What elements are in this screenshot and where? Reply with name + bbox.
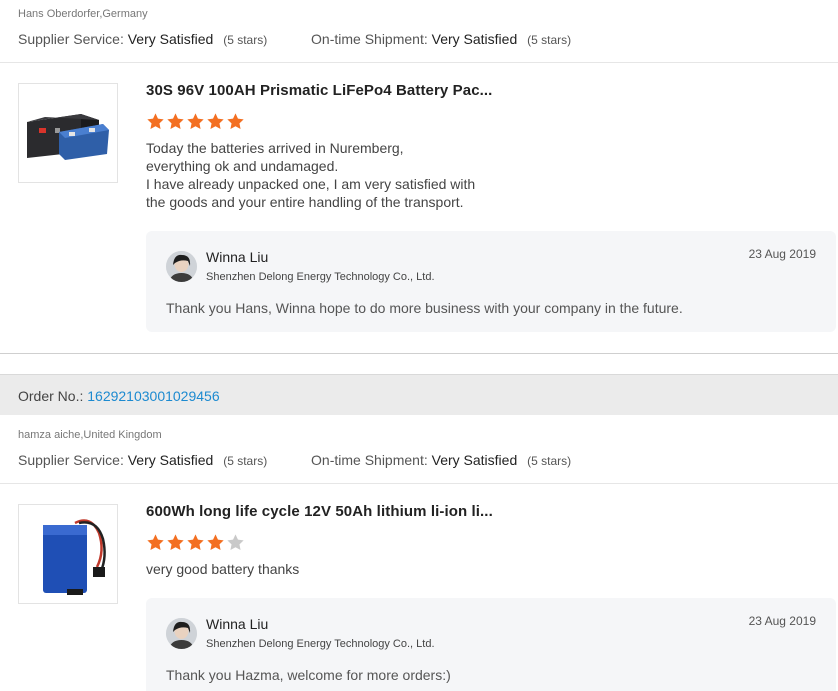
battery-pack-image <box>27 114 109 160</box>
order-number-link[interactable]: 16292103001029456 <box>87 388 219 404</box>
supplier-ratings: Supplier Service: Very Satisfied (5 star… <box>18 31 571 47</box>
shipment-stars: (5 stars) <box>527 33 572 47</box>
star-filled-icon <box>187 534 204 551</box>
product-title[interactable]: 600Wh long life cycle 12V 50Ah lithium l… <box>146 503 493 520</box>
product-title[interactable]: 30S 96V 100AH Prismatic LiFePo4 Battery … <box>146 82 492 99</box>
review-text-line: I have already unpacked one, I am very s… <box>146 176 476 192</box>
shipment-stars: (5 stars) <box>527 454 572 468</box>
order-bar: Order No.: 16292103001029456 <box>0 374 838 415</box>
avatar <box>166 251 197 282</box>
shipment-value: Very Satisfied <box>431 452 518 468</box>
reply-text: Thank you Hazma, welcome for more orders… <box>166 667 451 683</box>
star-filled-icon <box>147 113 164 130</box>
star-filled-icon <box>207 534 224 551</box>
review-text-line: everything ok and undamaged. <box>146 158 339 174</box>
order-label: Order No.: 16292103001029456 <box>18 388 220 404</box>
divider <box>0 62 838 63</box>
reply-company[interactable]: Shenzhen Delong Energy Technology Co., L… <box>206 271 435 283</box>
reply-date: 23 Aug 2019 <box>748 247 816 261</box>
supplier-service-stars: (5 stars) <box>223 454 268 468</box>
star-filled-icon <box>167 534 184 551</box>
shipment-value: Very Satisfied <box>431 31 518 47</box>
product-thumbnail[interactable] <box>18 83 118 183</box>
star-filled-icon <box>207 113 224 130</box>
review-text: Today the batteries arrived in Nuremberg… <box>146 139 475 211</box>
order-label-text: Order No.: <box>18 388 84 404</box>
supplier-reply: Winna Liu Shenzhen Delong Energy Technol… <box>146 598 836 691</box>
divider <box>0 483 838 484</box>
supplier-service-label: Supplier Service: <box>18 452 124 468</box>
divider <box>0 353 838 354</box>
avatar <box>166 618 197 649</box>
supplier-reply: Winna Liu Shenzhen Delong Energy Technol… <box>146 231 836 332</box>
star-filled-icon <box>187 113 204 130</box>
product-thumbnail[interactable] <box>18 504 118 604</box>
reviewer-info: Hans Oberdorfer,Germany <box>18 8 148 20</box>
star-filled-icon <box>147 534 164 551</box>
review-rating <box>146 112 245 131</box>
blue-battery-image <box>43 519 106 595</box>
shipment-label: On-time Shipment: <box>311 452 428 468</box>
shipment-label: On-time Shipment: <box>311 31 428 47</box>
supplier-ratings: Supplier Service: Very Satisfied (5 star… <box>18 452 571 468</box>
reply-company[interactable]: Shenzhen Delong Energy Technology Co., L… <box>206 638 435 650</box>
review-text: very good battery thanks <box>146 561 300 577</box>
supplier-service-value: Very Satisfied <box>127 31 214 47</box>
reply-date: 23 Aug 2019 <box>748 614 816 628</box>
review-rating <box>146 533 245 552</box>
review-text-line: Today the batteries arrived in Nuremberg… <box>146 140 404 156</box>
star-empty-icon <box>227 534 244 551</box>
star-filled-icon <box>167 113 184 130</box>
supplier-service-value: Very Satisfied <box>127 452 214 468</box>
star-filled-icon <box>227 113 244 130</box>
reviewer-info: hamza aiche,United Kingdom <box>18 429 162 441</box>
reply-name: Winna Liu <box>206 249 269 265</box>
supplier-service-label: Supplier Service: <box>18 31 124 47</box>
review-text-line: the goods and your entire handling of th… <box>146 194 464 210</box>
avatar-icon <box>166 618 197 649</box>
supplier-service-stars: (5 stars) <box>223 33 268 47</box>
reply-text: Thank you Hans, Winna hope to do more bu… <box>166 300 683 316</box>
avatar-icon <box>166 251 197 282</box>
reply-name: Winna Liu <box>206 616 269 632</box>
